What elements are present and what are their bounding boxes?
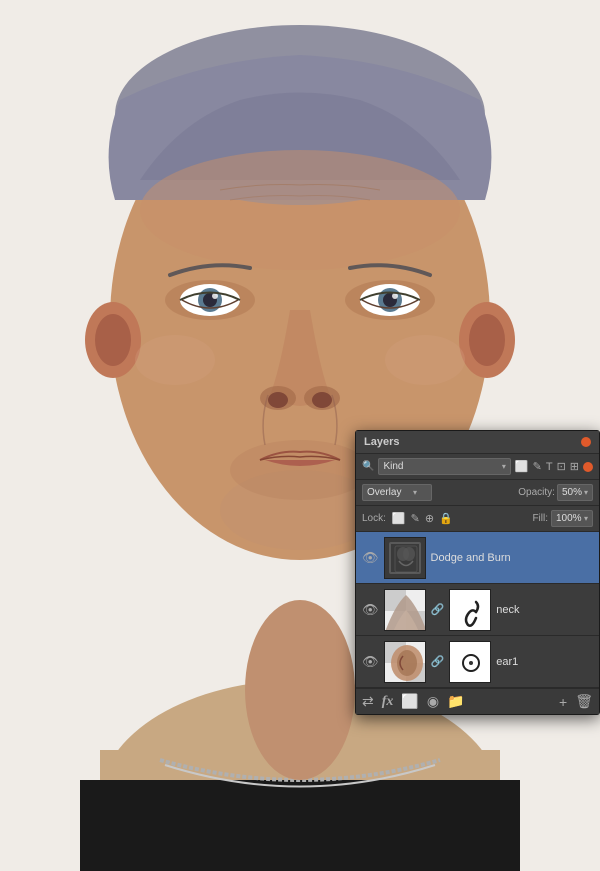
visibility-icon-dodge-burn[interactable]: 👁 (362, 550, 379, 566)
lock-move-icon[interactable]: ⊕ (425, 512, 434, 525)
fill-group: Fill: 100% ▾ (532, 510, 593, 527)
fx-icon[interactable]: fx (382, 694, 394, 710)
layers-title-bar: Layers (356, 431, 599, 454)
filter-adjustment-icon[interactable]: ✎ (533, 460, 542, 473)
layers-panel: Layers 🔍 Kind ▾ ⬜ ✎ T ⊡ ⊞ Overlay ▾ Opac… (355, 430, 600, 715)
add-mask-icon[interactable]: ⬜ (401, 693, 418, 710)
layer-thumb-ear1 (384, 641, 426, 683)
chevron-down-icon: ▾ (502, 462, 506, 471)
new-layer-icon[interactable]: + (559, 694, 567, 710)
blend-opacity-row: Overlay ▾ Opacity: 50% ▾ (356, 480, 599, 506)
visibility-icon-ear1[interactable]: 👁 (362, 654, 379, 670)
layer-thumb-neck (384, 589, 426, 631)
lock-pixels-icon[interactable]: ⬜ (392, 512, 406, 525)
delete-layer-icon[interactable]: 🗑 (575, 693, 593, 710)
lock-all-icon[interactable]: 🔒 (439, 512, 453, 525)
filter-row: 🔍 Kind ▾ ⬜ ✎ T ⊡ ⊞ (356, 454, 599, 480)
blend-chevron-icon: ▾ (413, 488, 417, 497)
filter-smart-icon[interactable]: ⊞ (570, 460, 579, 473)
layers-panel-close-dot[interactable] (581, 437, 591, 447)
kind-dropdown[interactable]: Kind ▾ (378, 458, 510, 475)
opacity-chevron-icon: ▾ (584, 488, 588, 497)
lock-icons: ⬜ ✎ ⊕ 🔒 (392, 512, 453, 525)
layer-row-dodge-burn[interactable]: 👁 Dodge and Burn (356, 532, 599, 584)
search-icon: 🔍 (362, 461, 374, 472)
layer-mask-neck (449, 589, 491, 631)
link-icon-ear1: 🔗 (431, 655, 445, 668)
layer-row-ear1[interactable]: 👁 🔗 ear1 (356, 636, 599, 688)
opacity-group: Opacity: 50% ▾ (518, 484, 593, 501)
layers-panel-title: Layers (364, 436, 399, 448)
visibility-icon-neck[interactable]: 👁 (362, 602, 379, 618)
lock-paint-icon[interactable]: ✎ (411, 512, 420, 525)
filter-icons: ⬜ ✎ T ⊡ ⊞ (515, 460, 593, 473)
opacity-value-field[interactable]: 50% ▾ (557, 484, 593, 501)
layer-row-neck[interactable]: 👁 🔗 neck (356, 584, 599, 636)
filter-shape-icon[interactable]: ⊡ (557, 460, 566, 473)
link-layers-icon[interactable]: ⇄ (362, 693, 374, 710)
filter-pixel-icon[interactable]: ⬜ (515, 460, 529, 473)
layer-thumb-dodge-burn (384, 537, 426, 579)
adjustment-layer-icon[interactable]: ◉ (427, 693, 439, 710)
filter-active-dot (583, 462, 593, 472)
lock-row: Lock: ⬜ ✎ ⊕ 🔒 Fill: 100% ▾ (356, 506, 599, 532)
fill-chevron-icon: ▾ (584, 514, 588, 523)
link-icon-neck: 🔗 (431, 603, 445, 616)
filter-type-icon[interactable]: T (546, 461, 553, 473)
blend-mode-dropdown[interactable]: Overlay ▾ (362, 484, 432, 501)
fill-value-field[interactable]: 100% ▾ (551, 510, 593, 527)
layer-mask-ear1 (449, 641, 491, 683)
layers-bottom-toolbar: ⇄ fx ⬜ ◉ 📁 + 🗑 (356, 688, 599, 714)
new-group-icon[interactable]: 📁 (447, 693, 464, 710)
